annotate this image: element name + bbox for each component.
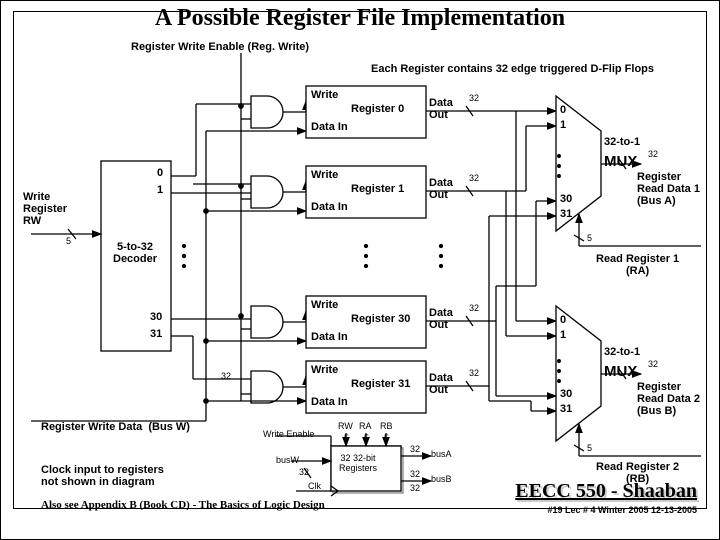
out-top: Register Read Data 1 (Bus A) [637, 171, 700, 207]
reg0-bus: 32 [469, 93, 479, 103]
sb-ra: RA [359, 421, 372, 431]
reg30-name: Register 30 [351, 313, 410, 325]
sb-w32a: 32 [410, 444, 420, 454]
subtitle-left: Register Write Enable (Reg. Write) [131, 41, 309, 53]
reg1-name: Register 1 [351, 183, 404, 195]
out-bot: Register Read Data 2 (Bus B) [637, 381, 700, 417]
mux2-in31: 31 [560, 403, 572, 415]
reg30-write: Write [311, 299, 338, 311]
sb-w32b: 32 [410, 469, 420, 479]
mux1-outw: 32 [648, 149, 658, 159]
reg1-bus: 32 [469, 173, 479, 183]
sb-busB: busB [431, 474, 452, 484]
ra-label: Read Register 1 (RA) [596, 253, 679, 277]
sb-w32c: 32 [410, 483, 420, 493]
mux2-in0: 0 [560, 314, 566, 326]
sb-clk: Clk [308, 481, 321, 491]
reg0-name: Register 0 [351, 103, 404, 115]
dec-31: 31 [150, 328, 162, 340]
mux1-in1: 1 [560, 119, 566, 131]
mux1-name: 32-to-1 [604, 136, 640, 148]
and-bus-32: 32 [221, 371, 231, 381]
mux2-in1: 1 [560, 329, 566, 341]
write-register-label: Write Register RW [23, 191, 67, 227]
subtitle-right: Each Register contains 32 edge triggered… [371, 63, 654, 75]
reg31-write: Write [311, 364, 338, 376]
footer-meta: #19 Lec # 4 Winter 2005 12-13-2005 [547, 505, 697, 515]
also-see: Also see Appendix B (Book CD) - The Basi… [41, 499, 325, 511]
sb-w5a: 5 [344, 433, 349, 443]
reg1-dataout: Data Out [429, 177, 453, 201]
sb-rw: RW [338, 421, 353, 431]
sb-inside: 32 32-bit Registers [339, 453, 377, 473]
footer-course: EECC 550 - Shaaban [515, 480, 697, 503]
mux2-selw: 5 [587, 443, 592, 453]
mux2-in30: 30 [560, 388, 572, 400]
dec-30: 30 [150, 311, 162, 323]
sb-w32: 32 [299, 467, 309, 477]
dec-0: 0 [157, 167, 163, 179]
mux1-in31: 31 [560, 208, 572, 220]
dec-1: 1 [157, 184, 163, 196]
mux1-selw: 5 [587, 233, 592, 243]
reg30-bus: 32 [469, 303, 479, 313]
clock-note: Clock input to registers not shown in di… [41, 464, 164, 488]
mux1-type: MUX [604, 153, 637, 170]
page: A Possible Register File Implementation [0, 0, 720, 540]
sb-busA: busA [431, 449, 452, 459]
sb-w5c: 5 [384, 433, 389, 443]
mux2-name: 32-to-1 [604, 346, 640, 358]
mux2-type: MUX [604, 363, 637, 380]
rw-width: 5 [66, 236, 71, 246]
reg0-write: Write [311, 89, 338, 101]
reg31-dataout: Data Out [429, 372, 453, 396]
mux1-in0: 0 [560, 104, 566, 116]
sb-rb: RB [380, 421, 393, 431]
reg31-bus: 32 [469, 368, 479, 378]
decoder-label: 5-to-32 Decoder [113, 241, 157, 265]
reg30-datain: Data In [311, 331, 348, 343]
sb-w5b: 5 [364, 433, 369, 443]
sb-we: Write Enable [263, 429, 314, 439]
reg1-datain: Data In [311, 201, 348, 213]
mux2-outw: 32 [648, 359, 658, 369]
write-data-label: Register Write Data (Bus W) [41, 421, 190, 433]
reg0-dataout: Data Out [429, 97, 453, 121]
reg31-datain: Data In [311, 396, 348, 408]
reg0-datain: Data In [311, 121, 348, 133]
mux1-in30: 30 [560, 193, 572, 205]
reg30-dataout: Data Out [429, 307, 453, 331]
reg1-write: Write [311, 169, 338, 181]
sb-busW: busW [276, 455, 299, 465]
reg31-name: Register 31 [351, 378, 410, 390]
